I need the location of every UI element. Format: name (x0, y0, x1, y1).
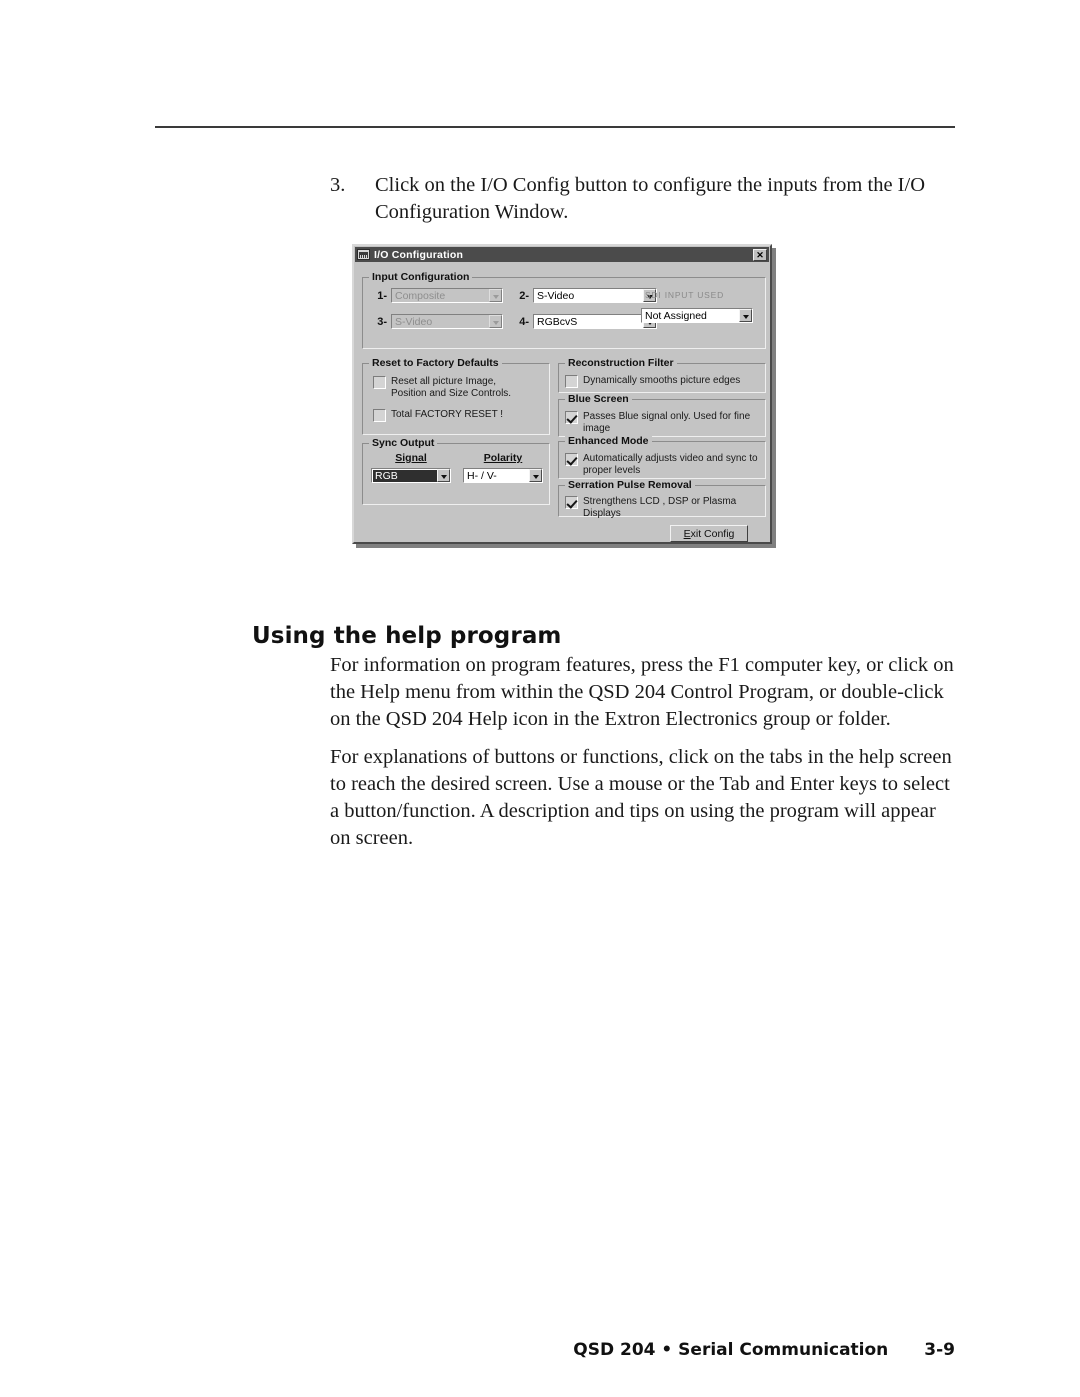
checkbox-icon[interactable] (373, 376, 386, 389)
input-2-value: S-Video (537, 289, 575, 302)
group-legend-serration-pulse-removal: Serration Pulse Removal (565, 479, 695, 491)
input-3-label: 3- (377, 315, 387, 328)
step-text: Click on the I/O Config button to config… (375, 174, 925, 223)
group-legend-enhanced-mode: Enhanced Mode (565, 435, 652, 447)
input-2-row: 2- S-Video (513, 288, 657, 303)
sync-signal-column: Signal RGB (371, 452, 451, 483)
input-4-value: RGBcvS (537, 315, 578, 328)
input-4-label: 4- (519, 315, 529, 328)
chevron-down-icon[interactable] (739, 309, 752, 322)
group-reset-to-factory-defaults: Reset to Factory Defaults Reset all pict… (362, 357, 550, 435)
sync-signal-header: Signal (395, 452, 427, 464)
checkbox-label: Total FACTORY RESET ! (391, 409, 504, 420)
group-legend-reset-to-factory-defaults: Reset to Factory Defaults (369, 357, 502, 369)
sync-polarity-header: Polarity (483, 452, 523, 464)
input-4-row: 4- RGBcvS (513, 314, 657, 329)
input-1-combo[interactable]: Composite (391, 288, 503, 303)
group-reconstruction-filter: Reconstruction Filter Dynamically smooth… (558, 357, 766, 393)
input-2-label: 2- (519, 289, 529, 302)
input-1-label: 1- (377, 289, 387, 302)
checkbox-label: Automatically adjusts video and sync to … (583, 453, 758, 476)
checkbox-icon[interactable] (565, 453, 578, 466)
chevron-down-icon[interactable] (489, 289, 502, 302)
group-blue-screen: Blue Screen Passes Blue signal only. Use… (558, 393, 766, 446)
chevron-down-icon[interactable] (437, 469, 450, 482)
chevron-down-icon[interactable] (529, 469, 542, 482)
io-configuration-dialog: I/O Configuration ✕ Input Configuration … (352, 244, 772, 544)
sdi-input-value: Not Assigned (645, 309, 707, 322)
sdi-input-combo[interactable]: Not Assigned (641, 308, 753, 323)
checkbox-reset-picture-controls[interactable]: Reset all picture Image, Position and Si… (373, 376, 543, 400)
checkbox-reconstruction-filter[interactable]: Dynamically smooths picture edges (565, 375, 763, 388)
dialog-title: I/O Configuration (374, 248, 464, 261)
group-legend-sync-output: Sync Output (369, 437, 438, 449)
group-sync-output: Sync Output Signal RGB Polarity H- / V- (362, 437, 550, 505)
group-input-configuration: Input Configuration 1- Composite 2- S-Vi… (362, 271, 766, 349)
input-3-row: 3- S-Video (371, 314, 503, 329)
input-1-row: 1- Composite (371, 288, 503, 303)
checkbox-icon[interactable] (565, 411, 578, 424)
group-legend-input-configuration: Input Configuration (369, 271, 473, 283)
input-2-combo[interactable]: S-Video (533, 288, 657, 303)
page-footer: QSD 204 • Serial Communication 3-9 (155, 1340, 955, 1360)
group-enhanced-mode: Enhanced Mode Automatically adjusts vide… (558, 435, 766, 479)
sync-polarity-column: Polarity H- / V- (463, 452, 543, 483)
footer-title: QSD 204 • Serial Communication (573, 1340, 889, 1360)
sync-polarity-value: H- / V- (467, 469, 497, 482)
close-icon[interactable]: ✕ (753, 248, 767, 261)
sdi-input-used-label: SDI INPUT USED (645, 290, 725, 300)
input-3-combo[interactable]: S-Video (391, 314, 503, 329)
input-4-combo[interactable]: RGBcvS (533, 314, 657, 329)
step-3: 3. Click on the I/O Config button to con… (330, 172, 950, 226)
page-title: Using the help program (252, 623, 562, 649)
checkbox-label: Dynamically smooths picture edges (583, 375, 741, 386)
exit-config-label: xit Config (690, 527, 735, 540)
group-legend-blue-screen: Blue Screen (565, 393, 632, 405)
checkbox-icon[interactable] (373, 409, 386, 422)
checkbox-label: Reset all picture Image, Position and Si… (391, 376, 512, 399)
paragraph-help-tabs: For explanations of buttons or functions… (330, 746, 952, 849)
header-rule (155, 126, 955, 128)
checkbox-icon[interactable] (565, 375, 578, 388)
sync-signal-combo[interactable]: RGB (371, 468, 451, 483)
exit-config-accelerator: E (683, 527, 691, 540)
checkbox-icon[interactable] (565, 496, 578, 509)
checkbox-serration-pulse-removal[interactable]: Strengthens LCD , DSP or Plasma Displays (565, 496, 763, 520)
checkbox-label: Strengthens LCD , DSP or Plasma Displays (583, 496, 737, 519)
checkbox-total-factory-reset[interactable]: Total FACTORY RESET ! (373, 409, 543, 422)
input-3-value: S-Video (395, 315, 433, 328)
step-number: 3. (330, 174, 346, 196)
sync-polarity-combo[interactable]: H- / V- (463, 468, 543, 483)
exit-config-button[interactable]: Exit Config (670, 525, 748, 542)
dialog-body: Input Configuration 1- Composite 2- S-Vi… (354, 263, 770, 544)
group-serration-pulse-removal: Serration Pulse Removal Strengthens LCD … (558, 479, 766, 520)
input-1-value: Composite (395, 289, 446, 302)
checkbox-enhanced-mode[interactable]: Automatically adjusts video and sync to … (565, 453, 763, 477)
footer-page-number: 3-9 (924, 1340, 955, 1360)
chevron-down-icon[interactable] (489, 315, 502, 328)
group-legend-reconstruction-filter: Reconstruction Filter (565, 357, 677, 369)
sync-signal-value: RGB (373, 469, 437, 482)
application-icon (357, 249, 370, 260)
paragraph-help-program: For information on program features, pre… (330, 654, 954, 730)
dialog-titlebar: I/O Configuration ✕ (355, 247, 769, 262)
